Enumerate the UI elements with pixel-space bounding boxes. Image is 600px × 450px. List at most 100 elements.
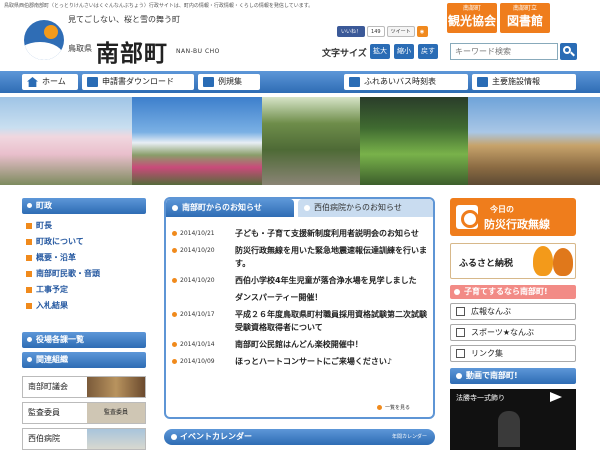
news-item: ダンスパーティー開催！ [172,291,430,304]
video-title: 法勝寺一式飾り [456,394,505,402]
news-date: 2014/10/09 [172,355,215,368]
news-title-link[interactable]: 平成２６年度鳥取県町村職員採用資格試験第二次試験受験資格取得者について [235,308,430,334]
event-calendar-title: イベントカレンダー [180,432,252,441]
sidebar-item-mayor[interactable]: 町長 [22,218,146,234]
news-title-link[interactable]: 南部町公民館はんどん楽校開催中！ [235,338,430,351]
sports-link[interactable]: スポーツ★なんぶ [450,324,576,341]
childcare-banner[interactable]: 子育てするなら南部町! [450,285,576,299]
video-heading: 動画で南部町! [450,368,576,384]
links-collection[interactable]: リンク集 [450,345,576,362]
nav-bus-label: ふれあいバス時刻表 [364,77,436,86]
newsletter-label: 広報なんぶ [471,307,511,316]
facebook-like-count: 149 [367,25,385,37]
news-title-link[interactable]: 西伯小学校4年生児童が落合浄水場を見学しました [235,274,430,287]
org-council[interactable]: 南部町議会 [22,376,146,398]
sidebar-item-song[interactable]: 南部町民歌・音頭 [22,266,146,282]
news-item: 2014/10/14 南部町公民館はんどん楽校開催中！ [172,338,430,351]
straw-figures-photo [468,97,600,185]
nav-forms-download[interactable]: 申請書ダウンロード [82,74,194,90]
phone-icon [477,77,488,87]
town-roman: NAN-BU CHO [176,48,220,55]
nav-facilities[interactable]: 主要施設情報 [472,74,576,90]
rss-icon[interactable]: ◉ [416,25,428,37]
speaker-icon [456,205,479,229]
org-hospital[interactable]: 西伯病院 [22,428,146,450]
hospital-thumbnail [87,429,145,449]
tweet-button[interactable]: ツイート [386,25,415,37]
org-hospital-label: 西伯病院 [28,434,60,443]
news-item: 2014/10/20 西伯小学校4年生児童が落合浄水場を見学しました [172,274,430,287]
town-logo[interactable] [24,20,64,60]
newsletter-link[interactable]: 広報なんぶ [450,303,576,320]
annual-calendar-link[interactable]: 年間カレンダー [392,429,427,445]
org-council-label: 南部町議会 [28,382,68,391]
font-shrink-button[interactable]: 縮小 [394,44,414,59]
council-thumbnail [87,377,145,397]
disaster-radio-banner[interactable]: 今日の 防災行政無線 [450,198,576,236]
font-size-label: 文字サイズ [322,49,367,59]
org-audit-label: 監査委員 [28,408,60,417]
related-orgs-heading: 関連組織 [22,352,146,368]
news-date: 2014/10/17 [172,308,215,321]
nav-home[interactable]: ホーム [22,74,78,90]
tourism-banner-small: 南部町 [462,5,481,12]
hometown-tax-banner[interactable]: ふるさと納税 [450,243,576,279]
tab-hospital-news[interactable]: 西伯病院からのお知らせ [298,199,433,217]
book-icon [203,77,214,87]
font-enlarge-button[interactable]: 拡大 [370,44,390,59]
news-title-link[interactable]: ダンスパーティー開催！ [235,291,430,304]
org-audit[interactable]: 監査委員 監査委員 [22,402,146,424]
sidebar-item-bidding[interactable]: 入札結果 [22,298,146,314]
news-item: 2014/10/21 子ども・子育て支援新制度利用者説明会のお知らせ [172,227,430,240]
social-buttons: いいね！ 149 ツイート ◉ [337,25,428,37]
mascot-icon [553,248,573,276]
library-banner-large: 図書館 [506,14,543,28]
news-title-link[interactable]: 防災行政無線を用いた緊急地震速報伝達訓練を行います。 [235,244,430,270]
departments-heading[interactable]: 役場各課一覧 [22,332,146,348]
site-description: 鳥取県西伯郡南部町（とっとりけんさいはくぐんなんぶちょう）行政サイトは、町内の情… [4,3,314,9]
mountain-flowers-photo [132,97,262,185]
library-banner-small: 南部町立 [512,5,537,12]
tourism-association-banner[interactable]: 南部町 観光協会 [447,3,497,33]
nav-facilities-label: 主要施設情報 [492,77,540,86]
nav-regulations-label: 例規集 [218,77,242,86]
document-icon [87,77,98,87]
disaster-radio-large: 防災行政無線 [484,218,550,231]
event-calendar-header[interactable]: イベントカレンダー 年間カレンダー [164,429,435,445]
audit-thumbnail: 監査委員 [87,403,145,423]
disaster-radio-small: 今日の [490,205,514,214]
video-thumbnail-figure [498,411,520,447]
town-government-menu: 町政 町長 町政について 概要・沿革 南部町民歌・音頭 工事予定 入札結果 [22,198,146,314]
nav-forms-label: 申請書ダウンロード [102,77,174,86]
nav-bus-timetable[interactable]: ふれあいバス時刻表 [344,74,468,90]
search-button[interactable] [560,43,577,60]
play-icon[interactable] [550,392,562,402]
tagline: 見てごしない、桜と雪の舞う町 [68,15,180,24]
main-nav: ホーム 申請書ダウンロード 例規集 ふれあいバス時刻表 主要施設情報 [0,71,600,93]
video-player[interactable]: 法勝寺一式飾り [450,389,576,450]
sidebar-item-about[interactable]: 町政について [22,234,146,250]
sidebar-item-history[interactable]: 概要・沿革 [22,250,146,266]
news-item: 2014/10/09 ほっとハートコンサートにご来場ください♪ [172,355,430,368]
bus-icon [349,77,360,87]
news-title-link[interactable]: 子ども・子育て支援新制度利用者説明会のお知らせ [235,227,430,240]
prefecture-label: 鳥取県 [68,44,92,53]
sports-label: スポーツ★なんぶ [471,328,535,337]
links-label: リンク集 [471,349,503,358]
facebook-like-button[interactable]: いいね！ [337,25,366,37]
news-more-link[interactable]: 一覧を見る [377,404,410,411]
nav-home-label: ホーム [42,77,66,86]
sidebar-item-construction[interactable]: 工事予定 [22,282,146,298]
sports-icon [456,328,465,337]
town-name[interactable]: 南部町 [96,34,168,68]
library-banner[interactable]: 南部町立 図書館 [500,3,550,33]
newspaper-icon [456,307,465,316]
news-date: 2014/10/20 [172,244,215,257]
nav-regulations[interactable]: 例規集 [198,74,260,90]
news-list: 2014/10/21 子ども・子育て支援新制度利用者説明会のお知らせ 2014/1… [172,227,430,372]
font-reset-button[interactable]: 戻す [418,44,438,59]
news-title-link[interactable]: ほっとハートコンサートにご来場ください♪ [235,355,430,368]
search-input[interactable] [450,43,558,60]
news-date: 2014/10/14 [172,338,215,351]
tab-town-news[interactable]: 南部町からのお知らせ [166,199,294,217]
